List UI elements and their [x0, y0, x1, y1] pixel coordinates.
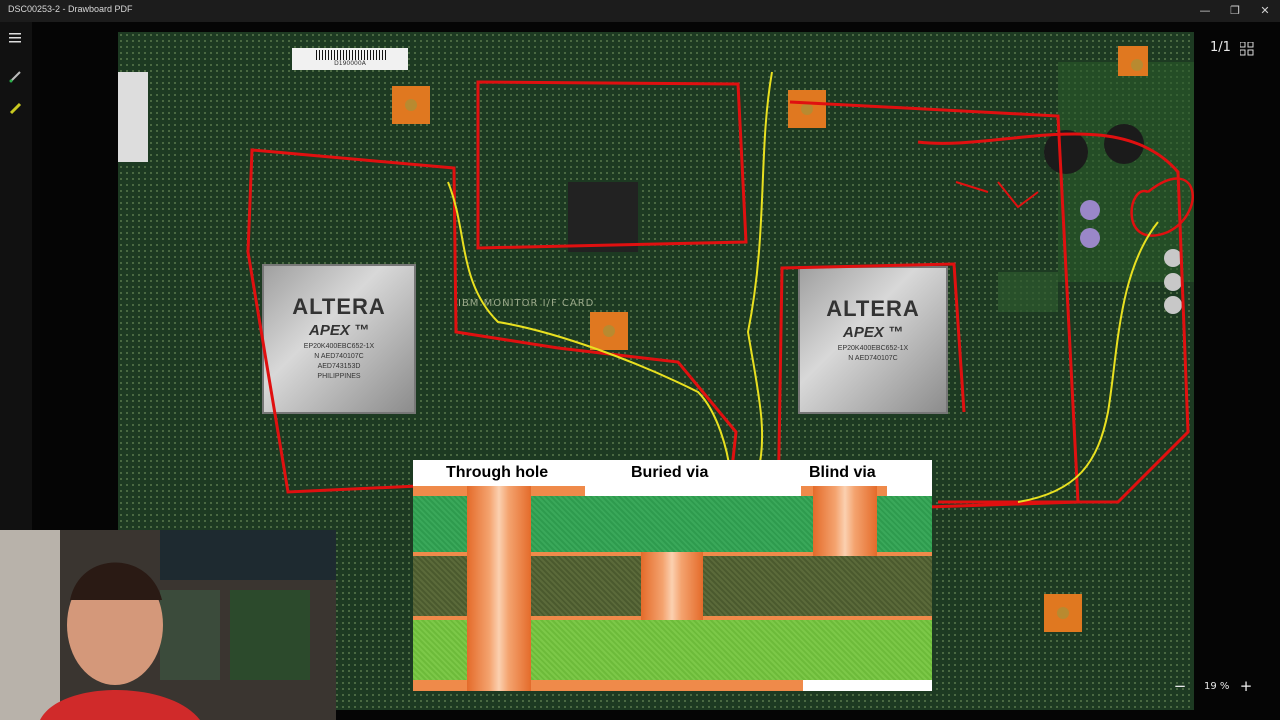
blind-via	[813, 486, 877, 556]
page-grid-icon[interactable]	[1239, 41, 1254, 56]
through-hole-via	[467, 486, 531, 691]
via-diagram: Through hole Buried via Blind via	[413, 460, 932, 691]
webcam-presenter-image	[0, 530, 336, 720]
hamburger-menu-icon[interactable]	[0, 24, 32, 52]
restore-button[interactable]: ❐	[1218, 0, 1252, 22]
label-buried-via: Buried via	[631, 464, 709, 481]
zoom-out-button[interactable]: −	[1170, 676, 1190, 696]
zoom-level: 19 %	[1204, 681, 1230, 692]
window-title: DSC00253-2 - Drawboard PDF	[8, 4, 133, 14]
pen-icon[interactable]	[0, 62, 32, 90]
highlighter-icon[interactable]	[0, 94, 32, 122]
zoom-in-button[interactable]: +	[1236, 676, 1256, 696]
label-through-hole: Through hole	[446, 464, 549, 481]
webcam-video	[0, 530, 336, 720]
buried-via	[641, 552, 703, 620]
title-bar: DSC00253-2 - Drawboard PDF — ❐ ✕	[0, 0, 1280, 22]
close-button[interactable]: ✕	[1248, 0, 1280, 22]
page-indicator: 1/1	[1210, 40, 1231, 55]
minimize-button[interactable]: —	[1188, 0, 1222, 22]
label-blind-via: Blind via	[809, 464, 876, 481]
